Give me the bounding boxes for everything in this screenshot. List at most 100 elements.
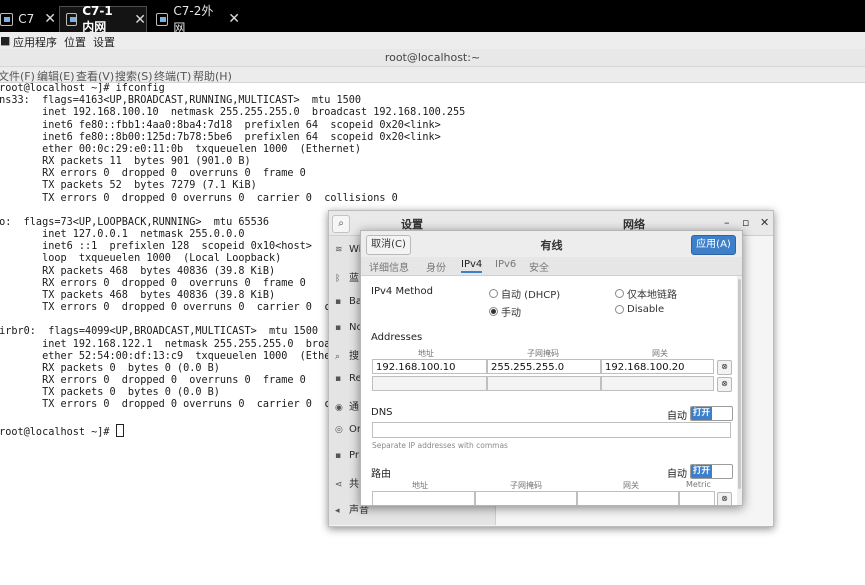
vm-tab-bar: C7 ✕ C7-1内网 ✕ C7-2外网 ✕ <box>0 0 865 35</box>
route-netmask-input[interactable] <box>475 491 577 505</box>
gateway-input[interactable]: 192.168.100.20 <box>601 359 714 374</box>
background-icon: ▪ <box>335 297 342 307</box>
universal-access-icon: ◉ <box>335 403 343 413</box>
col-address: 地址 <box>418 349 434 358</box>
radio-disable[interactable]: Disable <box>615 304 664 315</box>
sidebar-item-region[interactable]: ▪ Re <box>335 373 362 384</box>
sidebar-item-notifications[interactable]: ▪ No <box>335 322 363 333</box>
sidebar-item-background[interactable]: ▪ Ba <box>335 296 362 307</box>
vm-tab-label: C7 <box>18 12 35 26</box>
delete-address-icon[interactable]: ⊗ <box>717 360 732 375</box>
address-input[interactable]: 192.168.100.10 <box>372 359 487 374</box>
sidebar-item-label: 蓝 <box>349 273 359 284</box>
close-icon[interactable]: ✕ <box>760 216 769 229</box>
terminal-cursor <box>115 423 124 437</box>
dns-label: DNS <box>371 407 393 418</box>
vm-tab-c7-2[interactable]: C7-2外网 ✕ <box>150 4 240 35</box>
sidebar-item-privacy[interactable]: ▪ Pri <box>335 450 362 461</box>
address-input-empty[interactable] <box>372 376 487 391</box>
netmask-input-empty[interactable] <box>487 376 601 391</box>
tab-details[interactable]: 详细信息 <box>369 259 409 274</box>
minimize-icon[interactable]: – <box>724 216 730 229</box>
apps-menu-icon: ■ <box>0 34 11 47</box>
route-col-gateway: 网关 <box>623 481 639 490</box>
radio-label: 仅本地链路 <box>627 290 677 301</box>
menu-terminal[interactable]: 终端(T) <box>154 68 191 84</box>
dns-auto-toggle[interactable]: 打开 <box>690 406 733 421</box>
col-netmask: 子网掩码 <box>527 349 559 358</box>
sidebar-item-search[interactable]: ⌕ 搜 <box>335 347 359 362</box>
menu-edit[interactable]: 编辑(E) <box>37 68 75 84</box>
radio-label: Disable <box>627 304 665 315</box>
vm-icon <box>66 13 78 26</box>
search-icon[interactable]: ⌕ <box>332 215 350 233</box>
dns-auto-label: 自动 <box>667 411 687 422</box>
menu-file[interactable]: 文件(F) <box>0 68 35 84</box>
dialog-title: 有线 <box>540 239 563 252</box>
netmask-input[interactable]: 255.255.255.0 <box>487 359 601 374</box>
sharing-icon: ⋖ <box>335 480 343 490</box>
region-icon: ▪ <box>335 374 342 384</box>
tab-identity[interactable]: 身份 <box>426 259 446 274</box>
delete-route-icon[interactable]: ⊗ <box>717 492 732 505</box>
col-gateway: 网关 <box>652 349 668 358</box>
toggle-on-label: 打开 <box>691 407 712 420</box>
close-icon[interactable]: ✕ <box>134 12 146 28</box>
radio-indicator <box>489 289 498 298</box>
apply-button[interactable]: 应用(A) <box>691 235 736 255</box>
dns-input[interactable] <box>372 422 731 438</box>
vm-icon <box>0 12 14 26</box>
sidebar-item-wifi[interactable]: ≋ Wi <box>335 244 361 255</box>
radio-dhcp[interactable]: 自动 (DHCP) <box>489 286 560 301</box>
radio-indicator <box>489 307 498 316</box>
notification-icon: ▪ <box>335 323 342 333</box>
sidebar-item-sharing[interactable]: ⋖ 共 <box>335 475 359 490</box>
dialog-scroll-thumb[interactable] <box>738 279 741 489</box>
sound-icon: ◂ <box>335 506 340 516</box>
route-gateway-input[interactable] <box>577 491 679 505</box>
dialog-header: 取消(C) 有线 应用(A) <box>361 231 742 258</box>
sidebar-item-online-accounts[interactable]: ◎ On <box>335 424 363 435</box>
vm-tab-c7[interactable]: C7 ✕ <box>0 6 56 32</box>
wifi-icon: ≋ <box>335 245 343 255</box>
settings-menu[interactable]: 设置 <box>93 34 115 50</box>
menu-search[interactable]: 搜索(S) <box>115 68 153 84</box>
routes-label: 路由 <box>371 469 391 480</box>
sidebar-item-label: 通 <box>349 402 359 413</box>
vm-tab-label: C7-2外网 <box>173 4 214 35</box>
dns-hint: Separate IP addresses with commas <box>372 441 508 450</box>
bluetooth-icon: ᛒ <box>335 274 341 284</box>
vm-tab-label: C7-1内网 <box>82 4 113 34</box>
menu-help[interactable]: 帮助(H) <box>193 68 232 84</box>
maximize-icon[interactable]: ▫ <box>742 216 749 229</box>
tab-ipv4[interactable]: IPv4 <box>461 259 483 273</box>
route-address-input[interactable] <box>372 491 475 505</box>
addresses-label: Addresses <box>371 332 423 343</box>
radio-manual[interactable]: 手动 <box>489 304 521 319</box>
vm-tab-c7-1[interactable]: C7-1内网 ✕ <box>59 4 147 34</box>
dialog-body: IPv4 Method 自动 (DHCP) 仅本地链路 手动 Disable A… <box>361 276 737 505</box>
close-icon[interactable]: ✕ <box>44 11 56 27</box>
applications-menu[interactable]: 应用程序 <box>13 34 57 50</box>
sidebar-item-label: 共 <box>349 479 359 490</box>
sidebar-item-universal-access[interactable]: ◉ 通 <box>335 398 359 413</box>
places-menu[interactable]: 位置 <box>64 34 86 50</box>
routes-auto-toggle[interactable]: 打开 <box>690 464 733 479</box>
tab-ipv6[interactable]: IPv6 <box>495 259 516 270</box>
radio-link-local[interactable]: 仅本地链路 <box>615 286 677 301</box>
search-icon: ⌕ <box>335 352 341 362</box>
sidebar-item-bluetooth[interactable]: ᛒ蓝 <box>335 269 359 284</box>
radio-label: 自动 (DHCP) <box>501 290 561 301</box>
route-col-address: 地址 <box>412 481 428 490</box>
route-metric-input[interactable] <box>679 491 715 505</box>
sidebar-item-label: 声音 <box>349 505 369 516</box>
terminal-menubar: 文件(F) 编辑(E) 查看(V) 搜索(S) 终端(T) 帮助(H) <box>0 67 865 83</box>
delete-address-icon[interactable]: ⊗ <box>717 377 732 392</box>
privacy-icon: ▪ <box>335 451 342 461</box>
close-icon[interactable]: ✕ <box>228 11 240 27</box>
tab-security[interactable]: 安全 <box>529 259 549 274</box>
route-col-metric: Metric <box>686 480 711 489</box>
sidebar-item-label: 搜 <box>349 351 359 362</box>
gateway-input-empty[interactable] <box>601 376 714 391</box>
menu-view[interactable]: 查看(V) <box>76 68 114 84</box>
